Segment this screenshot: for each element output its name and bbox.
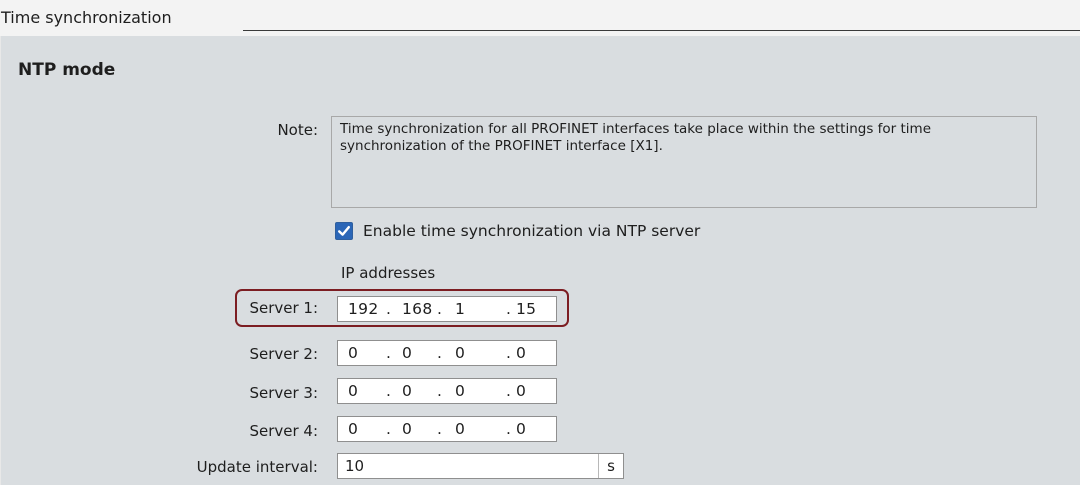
server-1-ip-field[interactable]: 192 . 168 . 1 . 15 — [337, 296, 557, 322]
ip-octet[interactable]: 0 — [455, 341, 465, 365]
update-interval-field[interactable]: 10 s — [337, 453, 624, 479]
enable-ntp-label[interactable]: Enable time synchronization via NTP serv… — [363, 221, 700, 241]
ip-octet[interactable]: 0 — [516, 341, 526, 365]
ip-dot: . — [386, 382, 392, 400]
ip-dot: . — [386, 344, 392, 362]
ip-dot: . — [506, 300, 512, 318]
ip-dot: . — [506, 344, 512, 362]
ip-dot: . — [437, 300, 443, 318]
ip-dot: . — [386, 420, 392, 438]
update-interval-unit: s — [598, 454, 623, 478]
enable-ntp-checkbox[interactable] — [335, 222, 353, 240]
header-title: Time synchronization — [1, 8, 172, 27]
ip-dot: . — [437, 344, 443, 362]
note-label: Note: — [277, 121, 318, 139]
ip-octet[interactable]: 0 — [348, 379, 358, 403]
ip-dot: . — [506, 420, 512, 438]
ip-dot: . — [437, 420, 443, 438]
ip-dot: . — [506, 382, 512, 400]
section-title: NTP mode — [18, 60, 116, 80]
ip-octet[interactable]: 0 — [516, 379, 526, 403]
server-1-label: Server 1: — [249, 299, 318, 317]
server-2-ip-field[interactable]: 0 . 0 . 0 . 0 — [337, 340, 557, 366]
ip-octet[interactable]: 168 — [402, 297, 433, 321]
ip-octet[interactable]: 0 — [402, 341, 412, 365]
ip-octet[interactable]: 0 — [455, 379, 465, 403]
note-text: Time synchronization for all PROFINET in… — [331, 116, 1037, 208]
update-interval-label: Update interval: — [196, 458, 318, 476]
ip-octet[interactable]: 1 — [455, 297, 465, 321]
ip-octet[interactable]: 0 — [348, 417, 358, 441]
ip-octet[interactable]: 0 — [402, 417, 412, 441]
server-3-ip-field[interactable]: 0 . 0 . 0 . 0 — [337, 378, 557, 404]
section-header: Time synchronization — [0, 0, 1080, 36]
ip-dot: . — [437, 382, 443, 400]
server-2-label: Server 2: — [249, 345, 318, 363]
server-3-label: Server 3: — [249, 384, 318, 402]
ip-octet[interactable]: 0 — [455, 417, 465, 441]
server-4-label: Server 4: — [249, 422, 318, 440]
checkmark-icon — [338, 226, 350, 236]
update-interval-value[interactable]: 10 — [345, 454, 364, 478]
ip-dot: . — [386, 300, 392, 318]
server-4-ip-field[interactable]: 0 . 0 . 0 . 0 — [337, 416, 557, 442]
ip-octet[interactable]: 0 — [402, 379, 412, 403]
ip-octet[interactable]: 15 — [516, 297, 536, 321]
header-divider — [243, 30, 1080, 31]
ip-octet[interactable]: 192 — [348, 297, 379, 321]
ip-octet[interactable]: 0 — [348, 341, 358, 365]
ip-addresses-heading: IP addresses — [341, 264, 436, 282]
ip-octet[interactable]: 0 — [516, 417, 526, 441]
